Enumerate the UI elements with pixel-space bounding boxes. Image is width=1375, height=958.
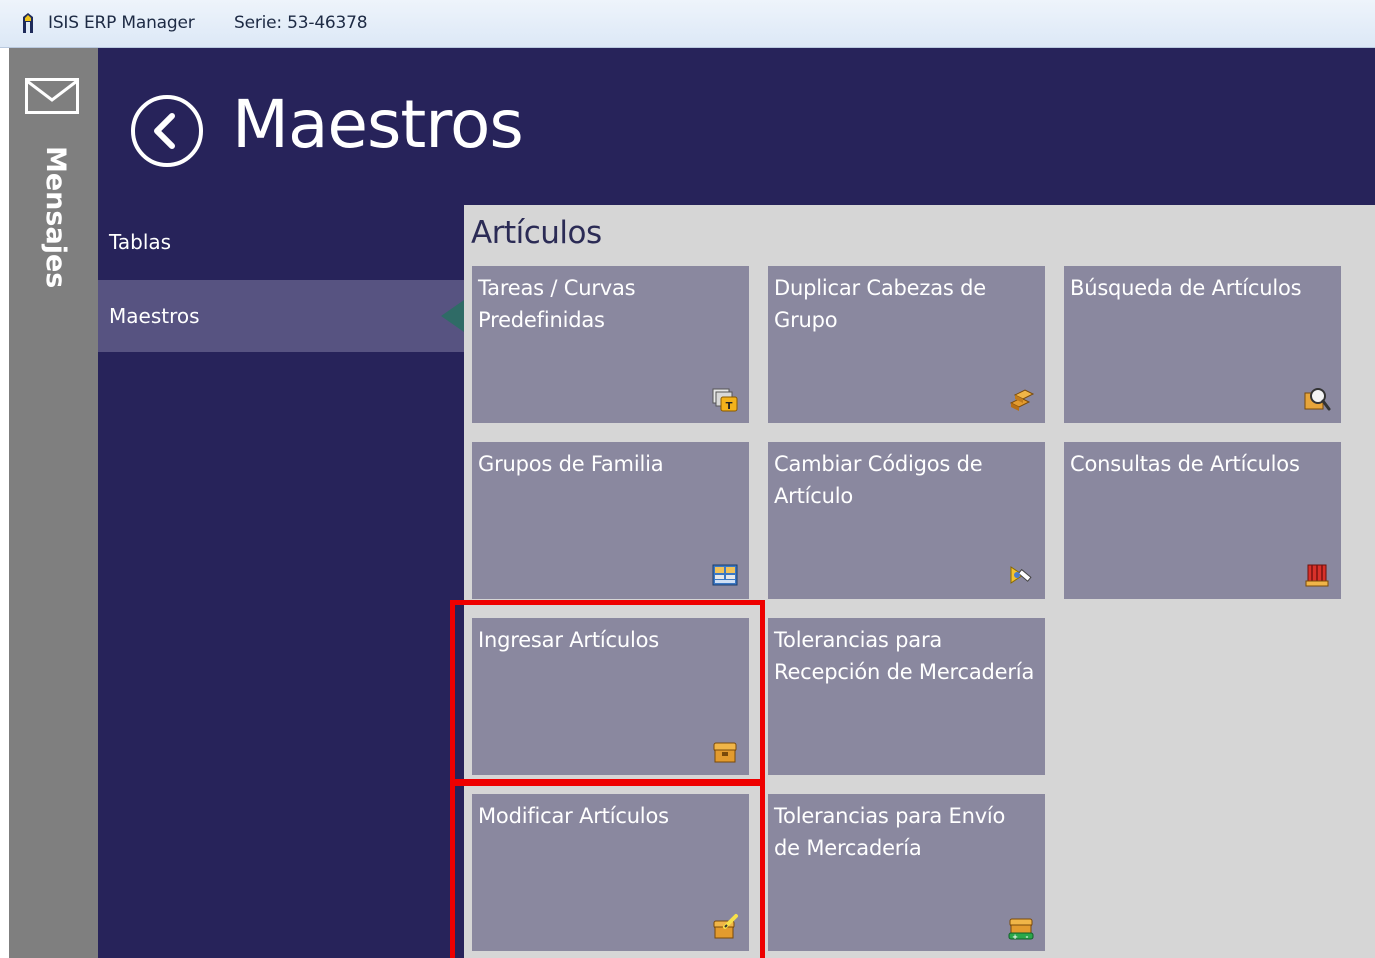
tile-busqueda-articulos[interactable]: Búsqueda de Artículos xyxy=(1064,266,1341,423)
page-title: Maestros xyxy=(232,86,524,163)
tile-tareas-curvas[interactable]: Tareas / Curvas Predefinidas T xyxy=(472,266,749,423)
tile-label: Cambiar Códigos de Artículo xyxy=(774,452,983,508)
folder-tasks-icon: T xyxy=(712,388,738,412)
serial-number: Serie: 53-46378 xyxy=(234,13,368,33)
svg-text:+: + xyxy=(1012,933,1018,941)
svg-text:T: T xyxy=(726,401,733,412)
tile-label: Tolerancias para Recepción de Mercadería xyxy=(774,628,1035,684)
add-article-box-icon xyxy=(713,742,737,763)
tile-ingresar-articulos[interactable]: Ingresar Artículos xyxy=(472,618,749,775)
messages-panel[interactable]: Mensajes xyxy=(9,48,98,958)
tile-label: Búsqueda de Artículos xyxy=(1070,276,1302,300)
shipping-tolerance-icon: + - xyxy=(1008,918,1034,941)
back-button[interactable] xyxy=(130,94,204,168)
tile-modificar-articulos[interactable]: Modificar Artículos xyxy=(472,794,749,951)
nav-item-tablas[interactable]: Tablas xyxy=(98,206,464,278)
tile-consultas-articulos[interactable]: Consultas de Artículos xyxy=(1064,442,1341,599)
duplicate-blocks-icon xyxy=(1009,389,1035,411)
main-area: Maestros Tablas Maestros Artículos Tarea… xyxy=(98,48,1375,958)
tile-grupos-familia[interactable]: Grupos de Familia xyxy=(472,442,749,599)
tile-label: Duplicar Cabezas de Grupo xyxy=(774,276,986,332)
app-logo-icon xyxy=(23,13,33,33)
tile-tolerancias-envio[interactable]: Tolerancias para Envío de Mercadería + - xyxy=(768,794,1045,951)
selected-indicator-arrow xyxy=(441,300,464,332)
nav-item-maestros[interactable]: Maestros xyxy=(98,280,464,352)
search-articles-icon xyxy=(1304,388,1331,411)
change-codes-icon xyxy=(1010,566,1032,584)
tile-label: Tolerancias para Envío de Mercadería xyxy=(774,804,1006,860)
app-name: ISIS ERP Manager xyxy=(48,13,195,33)
edit-article-box-icon xyxy=(713,914,738,939)
messages-label: Mensajes xyxy=(40,146,71,289)
tile-duplicar-cabezas[interactable]: Duplicar Cabezas de Grupo xyxy=(768,266,1045,423)
article-queries-icon xyxy=(1305,564,1329,587)
tile-label: Ingresar Artículos xyxy=(478,628,659,652)
tile-label: Tareas / Curvas Predefinidas xyxy=(478,276,636,332)
tile-label: Modificar Artículos xyxy=(478,804,669,828)
tile-label: Grupos de Familia xyxy=(478,452,664,476)
articles-panel: Artículos Tareas / Curvas Predefinidas T… xyxy=(464,205,1375,958)
tile-label: Consultas de Artículos xyxy=(1070,452,1300,476)
tile-cambiar-codigos[interactable]: Cambiar Códigos de Artículo xyxy=(768,442,1045,599)
title-bar: ISIS ERP Manager Serie: 53-46378 xyxy=(0,0,1375,48)
family-groups-icon xyxy=(712,564,738,586)
svg-text:-: - xyxy=(1026,933,1029,941)
tile-tolerancias-recepcion[interactable]: Tolerancias para Recepción de Mercadería xyxy=(768,618,1045,775)
envelope-icon xyxy=(25,78,79,114)
section-title: Artículos xyxy=(471,215,602,251)
